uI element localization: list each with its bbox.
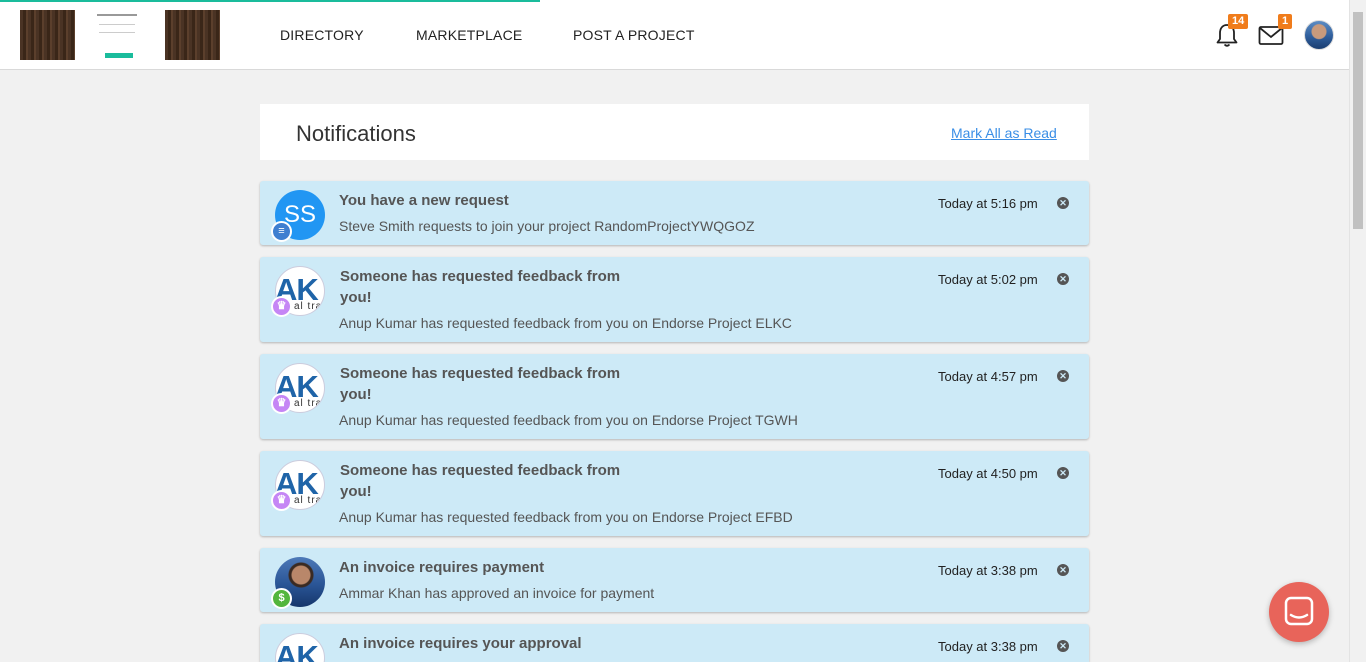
notification-title: Someone has requested feedback from you! xyxy=(340,462,621,500)
notification-title: Someone has requested feedback from you! xyxy=(340,365,621,403)
messages-count-badge: 1 xyxy=(1278,14,1293,29)
notification-item[interactable]: SS ≡ You have a new request Steve Smith … xyxy=(260,181,1089,245)
notifications-header-card: Notifications Mark All as Read xyxy=(260,104,1089,160)
logo-image-left xyxy=(20,10,75,60)
notification-item[interactable]: AK An invoice requires your approval Tod… xyxy=(260,624,1089,662)
logo-image-center xyxy=(83,10,157,60)
notification-description: Ammar Khan has approved an invoice for p… xyxy=(339,585,655,601)
notification-time: Today at 3:38 pm xyxy=(938,639,1038,654)
chat-icon xyxy=(1284,596,1314,626)
trophy-icon: ♛ xyxy=(271,490,292,511)
dismiss-notification-icon[interactable]: ✕ xyxy=(1057,564,1069,576)
scrollbar-thumb[interactable] xyxy=(1353,12,1363,229)
notification-time: Today at 5:02 pm xyxy=(938,272,1038,287)
notification-item[interactable]: AK al tra ♛ Someone has requested feedbac… xyxy=(260,354,1089,439)
dismiss-notification-icon[interactable]: ✕ xyxy=(1057,370,1069,382)
dismiss-notification-icon[interactable]: ✕ xyxy=(1057,273,1069,285)
notification-time: Today at 4:57 pm xyxy=(938,369,1038,384)
dismiss-notification-icon[interactable]: ✕ xyxy=(1057,467,1069,479)
notification-description: Steve Smith requests to join your projec… xyxy=(339,218,755,234)
notification-description: Anup Kumar has requested feedback from y… xyxy=(339,315,792,331)
nav-marketplace-link[interactable]: MARKETPLACE xyxy=(416,27,522,43)
user-avatar-menu[interactable] xyxy=(1304,20,1334,50)
notification-item[interactable]: AK al tra ♛ Someone has requested feedbac… xyxy=(260,451,1089,536)
page-scrollbar[interactable] xyxy=(1349,0,1366,662)
page-load-progress-bar xyxy=(0,0,540,2)
nav-directory[interactable]: DIRECTORY xyxy=(280,27,364,43)
notification-title: An invoice requires your approval xyxy=(339,635,582,652)
dollar-icon: $ xyxy=(271,588,292,609)
notification-item[interactable]: AK al tra ♛ Someone has requested feedbac… xyxy=(260,257,1089,342)
messages-button[interactable]: 1 xyxy=(1258,14,1293,48)
notification-time: Today at 5:16 pm xyxy=(938,196,1038,211)
notifications-button[interactable]: 14 xyxy=(1214,14,1249,48)
logo-image-right xyxy=(165,10,220,60)
notification-description: Anup Kumar has requested feedback from y… xyxy=(339,509,793,525)
dismiss-notification-icon[interactable]: ✕ xyxy=(1057,640,1069,652)
trophy-icon: ♛ xyxy=(271,296,292,317)
site-logo[interactable] xyxy=(20,10,220,60)
notification-title: Someone has requested feedback from you! xyxy=(340,268,621,306)
list-icon: ≡ xyxy=(271,221,292,242)
trophy-icon: ♛ xyxy=(271,393,292,414)
company-avatar: AK xyxy=(275,633,325,662)
notifications-count-badge: 14 xyxy=(1228,14,1249,29)
mark-all-read-link[interactable]: Mark All as Read xyxy=(951,125,1057,141)
top-navigation-bar: DIRECTORY MARKETPLACE POST A PROJECT 14 … xyxy=(0,0,1349,70)
notification-description: Anup Kumar has requested feedback from y… xyxy=(339,412,798,428)
nav-marketplace[interactable]: MARKETPLACE xyxy=(416,27,522,43)
notification-item[interactable]: $ An invoice requires payment Ammar Khan… xyxy=(260,548,1089,612)
dismiss-notification-icon[interactable]: ✕ xyxy=(1057,197,1069,209)
notification-time: Today at 4:50 pm xyxy=(938,466,1038,481)
chat-launcher-button[interactable] xyxy=(1269,582,1329,642)
notification-title: You have a new request xyxy=(339,192,509,209)
nav-post-a-project-link[interactable]: POST A PROJECT xyxy=(573,27,695,43)
nav-directory-link[interactable]: DIRECTORY xyxy=(280,27,364,43)
nav-post-a-project[interactable]: POST A PROJECT xyxy=(573,27,695,43)
page-title: Notifications xyxy=(296,121,416,146)
notification-title: An invoice requires payment xyxy=(339,559,545,576)
notification-time: Today at 3:38 pm xyxy=(938,563,1038,578)
